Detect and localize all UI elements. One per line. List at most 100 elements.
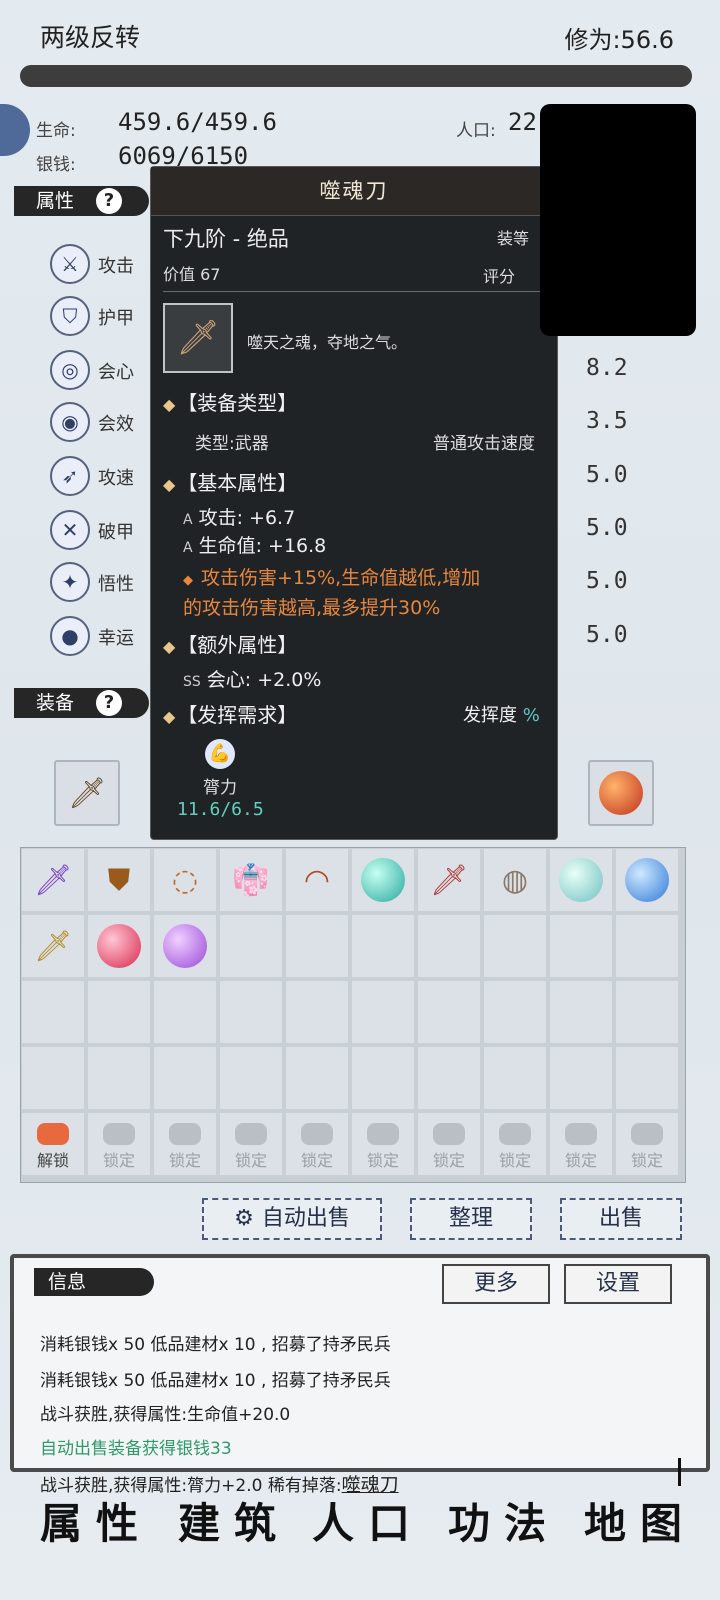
inventory-empty-slot[interactable] [483, 980, 547, 1044]
red-orb-icon [97, 924, 141, 968]
nav-buildings[interactable]: 建筑 [178, 1490, 290, 1551]
equip-slot-weapon[interactable]: 🗡 [54, 760, 120, 826]
inventory-item-crystal-ball[interactable] [549, 848, 613, 912]
inventory-empty-slot[interactable] [153, 1046, 217, 1110]
silver-label: 银钱: [36, 155, 76, 175]
inventory-empty-slot[interactable] [417, 1046, 481, 1110]
inventory-empty-slot[interactable] [417, 914, 481, 978]
attr-value-7: 5.0 [586, 568, 628, 594]
inventory-item-red-orb[interactable] [87, 914, 151, 978]
locked-slot[interactable]: 锁定 [549, 1112, 613, 1176]
type-text: 类型:武器 [195, 434, 269, 454]
inventory-empty-slot[interactable] [483, 914, 547, 978]
inventory-empty-slot[interactable] [549, 980, 613, 1044]
speed-icon: ➶ [50, 456, 90, 496]
type-header: ◆ 【装备类型】 [163, 391, 298, 415]
inventory-empty-slot[interactable] [219, 1046, 283, 1110]
more-button[interactable]: 更多 [442, 1264, 550, 1304]
inventory-empty-slot[interactable] [549, 914, 613, 978]
locked-slot[interactable]: 锁定 [153, 1112, 217, 1176]
inventory-empty-slot[interactable] [285, 980, 349, 1044]
inventory-item-golden-sword[interactable]: 🗡 [21, 914, 85, 978]
inventory-item-purple-sword[interactable]: 🗡 [21, 848, 85, 912]
seal-icon: ⛊ [107, 862, 131, 898]
robe-icon: 👘 [232, 862, 270, 898]
inventory-item-robe[interactable]: 👘 [219, 848, 283, 912]
inventory-empty-slot[interactable] [153, 980, 217, 1044]
special-effect-line-1: ◆ 攻击伤害+15%,生命值越低,增加 [183, 563, 480, 590]
target-icon: ◎ [50, 350, 90, 390]
requirement-header: ◆ 【发挥需求】 [163, 703, 298, 727]
attr-help-button[interactable]: ? [96, 188, 122, 214]
value-number: 67 [200, 265, 221, 284]
inventory-empty-slot[interactable] [351, 980, 415, 1044]
break-armor-icon: ✕ [50, 510, 90, 550]
inventory-empty-slot[interactable] [285, 914, 349, 978]
equip-slot-orb[interactable] [588, 760, 654, 826]
nav-map[interactable]: 地图 [584, 1490, 696, 1551]
crystal-ball-icon [559, 858, 603, 902]
inventory-empty-slot[interactable] [21, 980, 85, 1044]
ratio-unit: % [522, 705, 540, 726]
lock-label: 锁定 [564, 1151, 597, 1170]
inventory-item-fan[interactable]: ◠ [285, 848, 349, 912]
inventory-item-beads[interactable]: ◌ [153, 848, 217, 912]
nav-population[interactable]: 人口 [312, 1490, 424, 1551]
gear-icon: ⚙ [234, 1206, 254, 1231]
scrollbar[interactable] [678, 1458, 681, 1486]
sort-button[interactable]: 整理 [410, 1198, 532, 1240]
lock-icon [433, 1123, 465, 1145]
value-label: 价值 [163, 265, 196, 284]
inventory-empty-slot[interactable] [615, 1046, 679, 1110]
inventory-item-blue-orb[interactable] [615, 848, 679, 912]
locked-slot[interactable]: 锁定 [87, 1112, 151, 1176]
avatar[interactable] [0, 104, 30, 156]
lock-label: 锁定 [168, 1151, 201, 1170]
auto-sell-label: 自动出售 [261, 1206, 350, 1231]
attr-label-luck: 幸运 [98, 628, 134, 649]
locked-slot[interactable]: 锁定 [219, 1112, 283, 1176]
locked-slot[interactable]: 锁定 [351, 1112, 415, 1176]
locked-slot[interactable]: 锁定 [417, 1112, 481, 1176]
inventory-empty-slot[interactable] [615, 914, 679, 978]
auto-sell-button[interactable]: ⚙ 自动出售 [202, 1198, 382, 1240]
locked-slot[interactable]: 锁定 [285, 1112, 349, 1176]
sell-button[interactable]: 出售 [560, 1198, 682, 1240]
lock-label: 锁定 [366, 1151, 399, 1170]
inventory-item-mirror[interactable]: ◍ [483, 848, 547, 912]
inventory-empty-slot[interactable] [219, 980, 283, 1044]
purple-orb-icon [163, 924, 207, 968]
type-extra: 普通攻击速度 [433, 434, 535, 454]
tooltip-value: 价值 67 [163, 261, 220, 285]
nav-techniques[interactable]: 功法 [448, 1490, 560, 1551]
inventory-item-red-sword[interactable]: 🗡 [417, 848, 481, 912]
inventory-item-purple-orb[interactable] [153, 914, 217, 978]
settings-button[interactable]: 设置 [564, 1264, 672, 1304]
page-title: 两级反转 [40, 23, 141, 52]
equip-help-button[interactable]: ? [96, 690, 122, 716]
inventory-empty-slot[interactable] [549, 1046, 613, 1110]
inventory-empty-slot[interactable] [615, 980, 679, 1044]
inventory-empty-slot[interactable] [285, 1046, 349, 1110]
inventory-empty-slot[interactable] [351, 914, 415, 978]
inventory-empty-slot[interactable] [417, 980, 481, 1044]
lock-icon [565, 1123, 597, 1145]
locked-slot[interactable]: 锁定 [615, 1112, 679, 1176]
inventory-empty-slot[interactable] [219, 914, 283, 978]
inventory-empty-slot[interactable] [483, 1046, 547, 1110]
inventory-empty-slot[interactable] [87, 980, 151, 1044]
beads-icon: ◌ [171, 862, 199, 898]
log-line: 战斗获胜,获得属性:生命值+20.0 [40, 1405, 291, 1425]
weapon-icon: 🗡 [163, 303, 233, 373]
inventory-empty-slot[interactable] [21, 1046, 85, 1110]
fan-icon: ◠ [303, 862, 331, 898]
inventory-item-gold-seal[interactable]: ⛊ [87, 848, 151, 912]
locked-slot[interactable]: 锁定 [483, 1112, 547, 1176]
nav-attributes[interactable]: 属性 [40, 1490, 152, 1551]
inventory-empty-slot[interactable] [351, 1046, 415, 1110]
attr-label-pierce: 破甲 [98, 522, 134, 543]
unlock-slot-button[interactable]: 解锁 [21, 1112, 85, 1176]
lock-icon [169, 1123, 201, 1145]
inventory-empty-slot[interactable] [87, 1046, 151, 1110]
inventory-item-cyan-orb[interactable] [351, 848, 415, 912]
